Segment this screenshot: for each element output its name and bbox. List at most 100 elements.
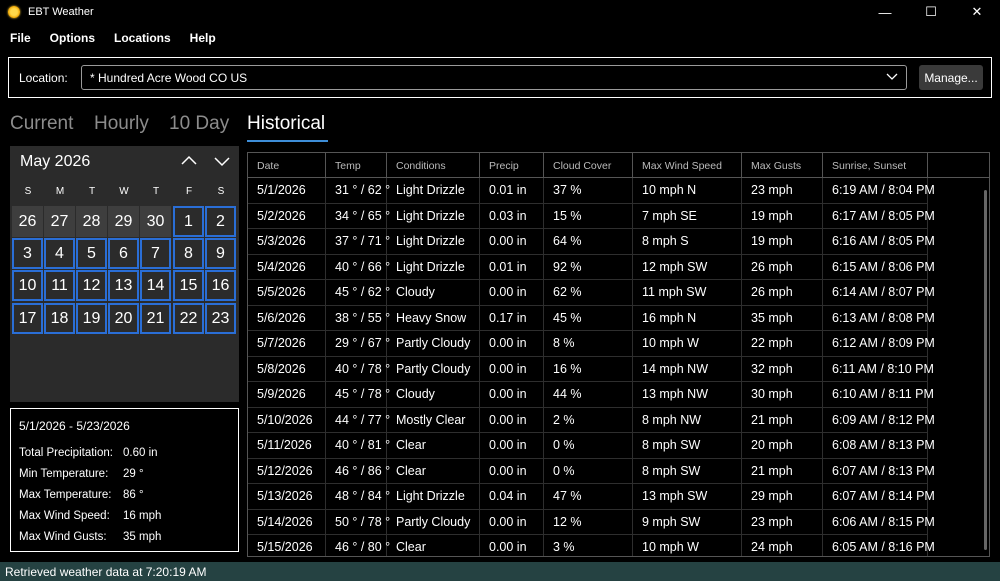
minimize-button[interactable]: — [862,0,908,24]
table-cell: 31 ° / 62 ° [326,178,390,204]
column-header[interactable]: Cloud Cover [544,153,633,178]
location-panel: Location: * Hundred Acre Wood CO US Mana… [8,57,992,98]
close-button[interactable]: ✕ [954,0,1000,24]
summary-value: 16 mph [123,510,162,522]
table-cell: Light Drizzle [387,203,480,229]
tab-10-day[interactable]: 10 Day [169,113,229,135]
calendar-day[interactable]: 11 [44,270,75,301]
calendar-day[interactable]: 22 [173,303,204,334]
calendar-day[interactable]: 1 [173,206,204,237]
table-row[interactable]: 5/2/2026 34 ° / 65 ° Light Drizzle 0.03 in 1… [248,203,935,229]
calendar-day[interactable]: 21 [140,303,171,334]
column-header[interactable]: Max Wind Speed [633,153,742,178]
window-controls: — ☐ ✕ [862,0,1000,24]
table-cell: 0 % [544,458,633,484]
location-label: Location: [19,71,68,85]
calendar-day[interactable]: 9 [205,238,236,269]
table-cell: 5/2/2026 [248,203,326,229]
table-row[interactable]: 5/1/2026 31 ° / 62 ° Light Drizzle 0.01 in 3… [248,178,935,204]
table-row[interactable]: 5/6/2026 38 ° / 55 ° Heavy Snow 0.17 in 45 %… [248,305,935,331]
chevron-down-icon[interactable] [213,152,231,170]
summary-value: 0.60 in [123,447,158,459]
calendar-day[interactable]: 26 [12,206,43,237]
calendar-day[interactable]: 3 [12,238,43,269]
table-row[interactable]: 5/9/2026 45 ° / 78 ° Cloudy 0.00 in 44 % 13 m… [248,382,934,408]
menu-help[interactable]: Help [190,31,216,45]
table-cell: 6:14 AM / 8:07 PM [823,280,935,306]
calendar-day[interactable]: 14 [140,270,171,301]
tab-current[interactable]: Current [10,113,73,135]
tab-historical[interactable]: Historical [247,113,325,135]
table-cell: 48 ° / 84 ° [326,484,390,510]
calendar-day[interactable]: 5 [76,238,107,269]
table-cell: 0 % [544,433,633,459]
calendar-day[interactable]: 10 [12,270,43,301]
table-cell: 64 % [544,229,633,255]
table-row[interactable]: 5/15/2026 46 ° / 80 ° Clear 0.00 in 3 % 10 mp… [248,535,935,556]
calendar-day[interactable]: 7 [140,238,171,269]
calendar-day[interactable]: 6 [108,238,139,269]
table-cell: 0.17 in [480,305,544,331]
column-header[interactable]: Temp [326,153,387,178]
table-cell: Light Drizzle [387,484,480,510]
historical-data-grid: Date Temp Conditions Precip Cloud Cover Max W… [247,152,990,557]
tab-hourly[interactable]: Hourly [94,113,149,135]
table-cell: 0.01 in [480,254,544,280]
weekday-label: T [88,186,96,197]
table-row[interactable]: 5/4/2026 40 ° / 66 ° Light Drizzle 0.01 in 9… [248,254,935,280]
calendar-day[interactable]: 27 [44,206,75,237]
calendar-day[interactable]: 23 [205,303,236,334]
location-select[interactable]: * Hundred Acre Wood CO US [81,65,907,90]
calendar-day[interactable]: 12 [76,270,107,301]
calendar-day[interactable]: 2 [205,206,236,237]
table-row[interactable]: 5/7/2026 29 ° / 67 ° Partly Cloudy 0.00 in 8… [248,331,935,357]
table-cell: Heavy Snow [387,305,480,331]
summary-value: 86 ° [123,489,144,501]
menu-locations[interactable]: Locations [114,31,171,45]
table-row[interactable]: 5/14/2026 50 ° / 78 ° Partly Cloudy 0.00 in… [248,509,935,535]
chevron-down-icon [886,73,898,80]
manage-locations-button[interactable]: Manage... [919,65,983,90]
table-row[interactable]: 5/3/2026 37 ° / 71 ° Light Drizzle 0.00 in 6… [248,229,935,255]
table-cell: 10 mph N [633,178,742,204]
table-cell: 0.00 in [480,280,544,306]
calendar-day[interactable]: 20 [108,303,139,334]
table-cell: 47 % [544,484,633,510]
menu-options[interactable]: Options [50,31,95,45]
column-header[interactable]: Conditions [387,153,480,178]
table-row[interactable]: 5/12/2026 46 ° / 86 ° Clear 0.00 in 0 % 8 mph… [248,458,935,484]
title-bar: EBT Weather — ☐ ✕ [0,0,1000,24]
calendar-day[interactable]: 29 [108,206,139,237]
calendar-day[interactable]: 19 [76,303,107,334]
calendar-day[interactable]: 17 [12,303,43,334]
table-cell: 32 mph [742,356,823,382]
vertical-scrollbar[interactable] [984,190,987,550]
calendar-day[interactable]: 28 [76,206,107,237]
table-row[interactable]: 5/10/2026 44 ° / 77 ° Mostly Clear 0.00 in 2… [248,407,935,433]
column-header[interactable]: Precip [480,153,544,178]
table-row[interactable]: 5/8/2026 40 ° / 78 ° Partly Cloudy 0.00 in 1… [248,356,934,382]
column-header[interactable]: Date [248,153,326,178]
summary-date-range: 5/1/2026 - 5/23/2026 [19,419,130,433]
table-row[interactable]: 5/13/2026 48 ° / 84 ° Light Drizzle 0.04 in… [248,484,935,510]
table-cell: 5/14/2026 [248,509,326,535]
calendar-day[interactable]: 13 [108,270,139,301]
column-header[interactable]: Sunrise, Sunset [823,153,928,178]
calendar-day[interactable]: 4 [44,238,75,269]
table-cell: 13 mph SW [633,484,742,510]
calendar-day[interactable]: 8 [173,238,204,269]
column-header[interactable]: Max Gusts [742,153,823,178]
chevron-up-icon[interactable] [180,152,198,170]
table-cell: 6:06 AM / 8:15 PM [823,509,935,535]
calendar-day[interactable]: 16 [205,270,236,301]
calendar-day[interactable]: 15 [173,270,204,301]
table-cell: 23 mph [742,178,823,204]
table-cell: 26 mph [742,280,823,306]
table-cell: 5/7/2026 [248,331,326,357]
table-row[interactable]: 5/11/2026 40 ° / 81 ° Clear 0.00 in 0 % 8 mph… [248,433,935,459]
menu-file[interactable]: File [10,31,31,45]
maximize-button[interactable]: ☐ [908,0,954,24]
calendar-day[interactable]: 18 [44,303,75,334]
calendar-day[interactable]: 30 [140,206,171,237]
table-row[interactable]: 5/5/2026 45 ° / 62 ° Cloudy 0.00 in 62 % 11 m… [248,280,935,306]
